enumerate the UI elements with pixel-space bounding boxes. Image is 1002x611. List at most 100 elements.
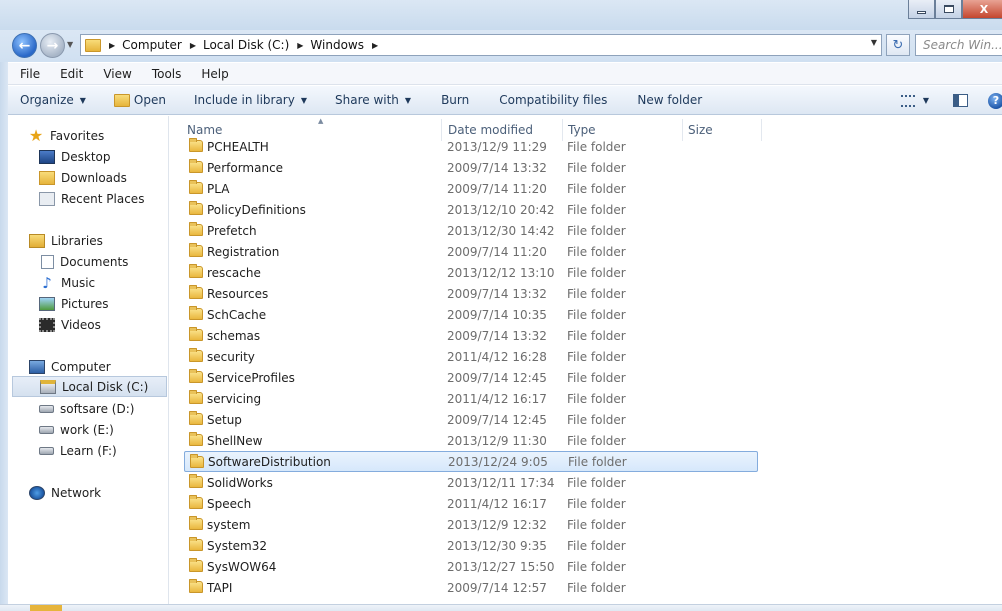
hard-drive-icon <box>39 446 54 455</box>
breadcrumb-windows[interactable]: Windows <box>310 38 364 52</box>
maximize-icon <box>943 5 954 13</box>
sidebar-item-work-e[interactable]: work (E:) <box>39 419 169 440</box>
new-folder-button[interactable]: New folder <box>617 93 712 107</box>
forward-button[interactable]: → <box>40 33 65 58</box>
chevron-right-icon[interactable]: ▶ <box>190 41 196 50</box>
include-in-library-button[interactable]: Include in library ▼ <box>176 93 317 107</box>
breadcrumb-local-disk[interactable]: Local Disk (C:) <box>203 38 289 52</box>
chevron-right-icon[interactable]: ▶ <box>109 41 115 50</box>
window-frame-edge <box>0 62 8 604</box>
change-view-icon[interactable] <box>900 94 915 107</box>
file-type: File folder <box>567 538 626 553</box>
sidebar-item-local-disk-c[interactable]: Local Disk (C:) <box>12 376 167 397</box>
sidebar-item-documents[interactable]: Documents <box>41 251 169 272</box>
table-row[interactable]: ShellNew 2013/12/9 11:30 File folder <box>184 430 758 451</box>
sidebar-item-libraries[interactable]: Libraries <box>29 230 169 251</box>
recent-pages-dropdown-icon[interactable]: ▼ <box>67 40 73 49</box>
menu-view[interactable]: View <box>91 67 139 81</box>
folder-icon <box>189 495 203 509</box>
file-date-modified: 2013/12/9 11:29 <box>447 139 547 154</box>
sidebar-item-label: Libraries <box>51 233 103 248</box>
file-type: File folder <box>567 559 626 574</box>
view-options-dropdown-icon[interactable]: ▼ <box>923 96 929 105</box>
table-row[interactable]: SysWOW64 2013/12/27 15:50 File folder <box>184 556 758 577</box>
table-row[interactable]: ServiceProfiles 2009/7/14 12:45 File folde… <box>184 367 758 388</box>
file-type: File folder <box>567 265 626 280</box>
table-row[interactable]: Speech 2011/4/12 16:17 File folder <box>184 493 758 514</box>
table-row[interactable]: PCHEALTH 2013/12/9 11:29 File folder <box>184 136 758 157</box>
chevron-right-icon[interactable]: ▶ <box>297 41 303 50</box>
table-row[interactable]: TAPI 2009/7/14 12:57 File folder <box>184 577 758 598</box>
folder-icon <box>189 390 203 404</box>
chevron-down-icon: ▼ <box>300 95 307 105</box>
table-row[interactable]: SoftwareDistribution 2013/12/24 9:05 File … <box>184 451 758 472</box>
table-row[interactable]: Prefetch 2013/12/30 14:42 File folder <box>184 220 758 241</box>
minimize-button[interactable] <box>908 0 935 19</box>
preview-pane-icon[interactable] <box>953 94 968 107</box>
share-with-button[interactable]: Share with ▼ <box>317 93 421 107</box>
file-name: security <box>207 349 255 364</box>
maximize-button[interactable] <box>935 0 962 19</box>
music-note-icon: ♪ <box>42 273 52 292</box>
sidebar-item-music[interactable]: ♪ Music <box>39 272 169 293</box>
folder-icon <box>189 327 203 341</box>
breadcrumb-computer[interactable]: Computer <box>122 38 182 52</box>
compatibility-files-button[interactable]: Compatibility files <box>479 93 617 107</box>
sidebar-item-pictures[interactable]: Pictures <box>39 293 169 314</box>
file-name: PLA <box>207 181 230 196</box>
table-row[interactable]: PolicyDefinitions 2013/12/10 20:42 File fo… <box>184 199 758 220</box>
file-name: system <box>207 517 251 532</box>
menu-file[interactable]: File <box>8 67 48 81</box>
help-icon[interactable]: ? <box>988 92 1002 109</box>
file-type: File folder <box>567 181 626 196</box>
file-type: File folder <box>567 496 626 511</box>
file-date-modified: 2013/12/12 13:10 <box>447 265 555 280</box>
table-row[interactable]: Setup 2009/7/14 12:45 File folder <box>184 409 758 430</box>
menu-edit[interactable]: Edit <box>48 67 91 81</box>
file-date-modified: 2013/12/9 11:30 <box>447 433 547 448</box>
sidebar-item-downloads[interactable]: Downloads <box>39 167 169 188</box>
folder-icon <box>189 474 203 488</box>
open-button[interactable]: Open <box>96 93 176 107</box>
table-row[interactable]: Resources 2009/7/14 13:32 File folder <box>184 283 758 304</box>
refresh-button[interactable]: ↻ <box>886 34 910 56</box>
close-button[interactable]: X <box>962 0 1002 19</box>
table-row[interactable]: Registration 2009/7/14 11:20 File folder <box>184 241 758 262</box>
chevron-right-icon[interactable]: ▶ <box>372 41 378 50</box>
folder-icon <box>189 180 203 194</box>
sidebar-item-recent-places[interactable]: Recent Places <box>39 188 169 209</box>
table-row[interactable]: Performance 2009/7/14 13:32 File folder <box>184 157 758 178</box>
folder-icon <box>30 605 62 611</box>
table-row[interactable]: rescache 2013/12/12 13:10 File folder <box>184 262 758 283</box>
sidebar-item-desktop[interactable]: Desktop <box>39 146 169 167</box>
table-row[interactable]: SchCache 2009/7/14 10:35 File folder <box>184 304 758 325</box>
table-row[interactable]: SolidWorks 2013/12/11 17:34 File folder <box>184 472 758 493</box>
close-icon: X <box>979 2 989 16</box>
table-row[interactable]: schemas 2009/7/14 13:32 File folder <box>184 325 758 346</box>
table-row[interactable]: security 2011/4/12 16:28 File folder <box>184 346 758 367</box>
menu-help[interactable]: Help <box>189 67 236 81</box>
folder-icon <box>189 285 203 299</box>
folder-icon <box>189 306 203 320</box>
sidebar-item-softsare-d[interactable]: softsare (D:) <box>39 398 169 419</box>
table-row[interactable]: System32 2013/12/30 9:35 File folder <box>184 535 758 556</box>
burn-button[interactable]: Burn <box>421 93 479 107</box>
table-row[interactable]: servicing 2011/4/12 16:17 File folder <box>184 388 758 409</box>
sidebar-item-videos[interactable]: Videos <box>39 314 169 335</box>
table-row[interactable]: PLA 2009/7/14 11:20 File folder <box>184 178 758 199</box>
file-date-modified: 2009/7/14 11:20 <box>447 181 547 196</box>
table-row[interactable]: system 2013/12/9 12:32 File folder <box>184 514 758 535</box>
organize-label: Organize <box>20 93 74 107</box>
sidebar-item-label: Recent Places <box>61 191 145 206</box>
organize-button[interactable]: Organize ▼ <box>8 93 96 107</box>
sidebar-item-learn-f[interactable]: Learn (F:) <box>39 440 169 461</box>
menu-tools[interactable]: Tools <box>140 67 190 81</box>
sidebar-item-computer[interactable]: Computer <box>29 356 169 377</box>
address-bar[interactable]: ▶ Computer ▶ Local Disk (C:) ▶ Windows ▶… <box>80 34 882 56</box>
search-input[interactable]: Search Win... <box>915 34 1002 56</box>
sidebar-item-network[interactable]: Network <box>29 482 169 503</box>
downloads-folder-icon <box>39 170 55 185</box>
back-button[interactable]: ← <box>12 33 37 58</box>
address-dropdown-icon[interactable]: ▼ <box>871 38 877 47</box>
sidebar-item-favorites[interactable]: ★ Favorites <box>28 125 169 146</box>
